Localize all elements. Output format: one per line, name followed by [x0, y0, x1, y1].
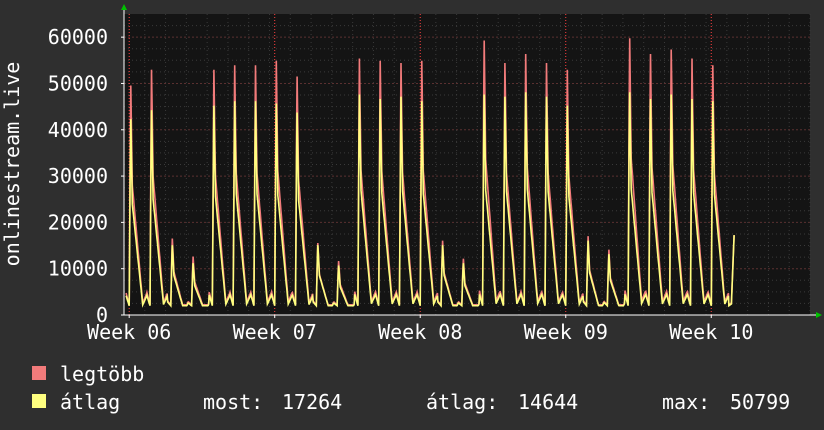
y-tick-label: 10000 — [48, 257, 108, 281]
legend-swatch-avg — [32, 394, 46, 408]
stat-average-value: 14644 — [518, 390, 578, 414]
y-axis-label: onlinestream.live — [0, 62, 24, 267]
stat-current-value: 17264 — [282, 390, 342, 414]
stat-current-label: most: — [203, 390, 263, 414]
plot-area — [124, 14, 810, 315]
x-tick-label: Week 06 — [87, 320, 171, 344]
y-tick-label: 40000 — [48, 118, 108, 142]
y-tick-label: 50000 — [48, 71, 108, 95]
stat-max-label: max: — [662, 390, 710, 414]
x-tick-label: Week 10 — [669, 320, 753, 344]
chart: 0100002000030000400005000060000 Week 06 W… — [0, 0, 824, 430]
x-tick-label: Week 08 — [378, 320, 462, 344]
y-tick-label: 20000 — [48, 210, 108, 234]
legend-label-max: legtöbb — [60, 362, 144, 386]
legend-swatch-max — [32, 366, 46, 380]
legend-label-avg: átlag — [60, 390, 120, 414]
y-tick-label: 60000 — [48, 25, 108, 49]
stat-average-label: átlag: — [426, 390, 498, 414]
stat-max-value: 50799 — [730, 390, 790, 414]
x-tick-label: Week 07 — [233, 320, 317, 344]
x-tick-label: Week 09 — [524, 320, 608, 344]
y-tick-label: 30000 — [48, 164, 108, 188]
